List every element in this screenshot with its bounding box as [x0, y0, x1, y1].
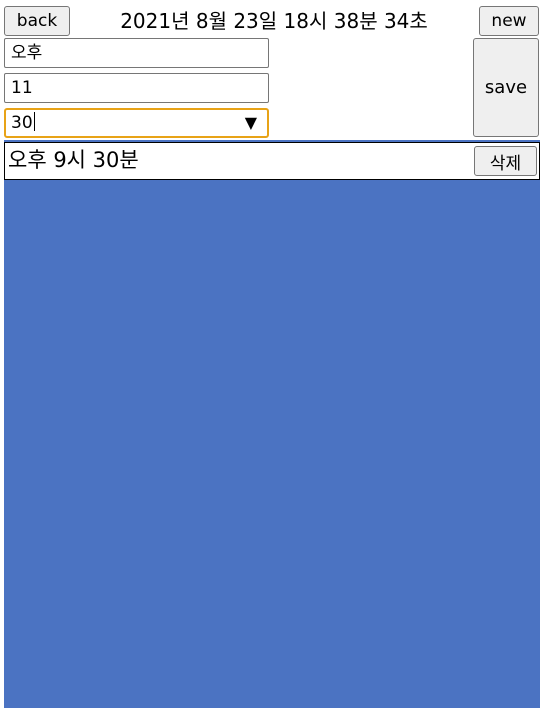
current-datetime: 2021년 8월 23일 18시 38분 34초 [120, 9, 428, 33]
alarm-time-text: 오후 9시 30분 [8, 148, 139, 172]
text-cursor [33, 112, 35, 131]
alarm-page: back 2021년 8월 23일 18시 38분 34초 new 오후 11 … [0, 0, 543, 712]
list-item: 오후 9시 30분 삭제 [4, 142, 540, 180]
minute-select[interactable]: 30 ▼ [4, 108, 269, 138]
minute-select-value: 30 [11, 113, 33, 133]
dropdown-arrow-icon[interactable]: ▼ [245, 110, 257, 136]
back-button[interactable]: back [4, 6, 70, 36]
new-button[interactable]: new [479, 6, 539, 36]
hour-input[interactable]: 11 [4, 73, 269, 103]
alarm-list [4, 140, 540, 708]
save-button[interactable]: save [473, 38, 539, 137]
ampm-input[interactable]: 오후 [4, 38, 269, 68]
hour-input-value: 11 [11, 78, 33, 98]
ampm-input-value: 오후 [11, 43, 43, 63]
delete-button[interactable]: 삭제 [474, 146, 537, 176]
